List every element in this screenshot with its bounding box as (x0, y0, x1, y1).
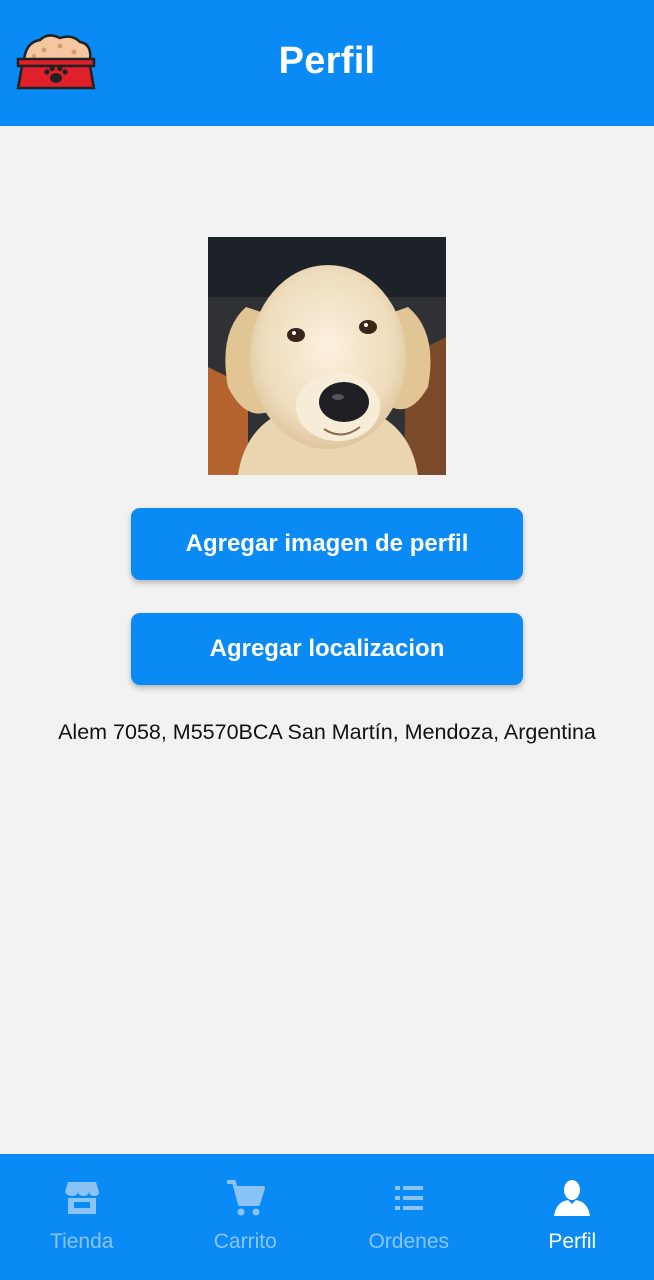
page-title: Perfil (278, 40, 376, 82)
tab-label: Ordenes (368, 1230, 450, 1253)
tab-perfil[interactable]: Perfil (491, 1154, 654, 1280)
profile-photo (208, 237, 446, 475)
tab-ordenes[interactable]: Ordenes (327, 1154, 491, 1280)
tab-label: Carrito (213, 1230, 277, 1253)
address-text: Alem 7058, M5570BCA San Martín, Mendoza,… (58, 720, 596, 744)
store-icon (64, 1182, 99, 1214)
cart-icon (227, 1180, 266, 1216)
add-profile-image-button[interactable]: Agregar imagen de perfil (131, 508, 523, 580)
tab-carrito[interactable]: Carrito (164, 1154, 328, 1280)
user-icon (554, 1180, 591, 1216)
bottom-tab-bar: Tienda Carrito Ordenes Perfil (0, 1154, 654, 1280)
list-icon (394, 1186, 423, 1210)
app-header: Perfil (0, 0, 654, 126)
add-location-button[interactable]: Agregar localizacion (131, 613, 523, 685)
tab-label: Perfil (548, 1230, 597, 1253)
tab-tienda[interactable]: Tienda (0, 1154, 164, 1280)
dog-photo-illustration (208, 237, 446, 475)
tab-label: Tienda (50, 1230, 114, 1253)
